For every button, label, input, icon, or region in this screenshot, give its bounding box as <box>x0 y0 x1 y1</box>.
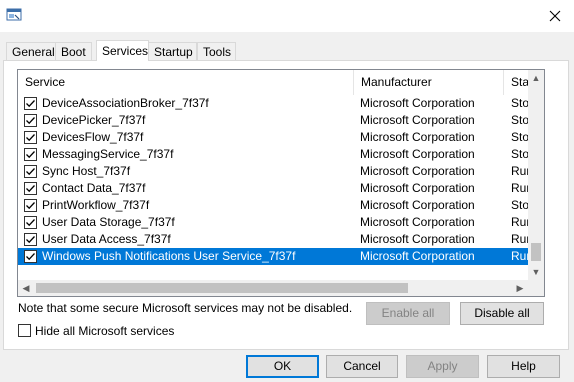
service-name-cell: DevicesFlow_7f37f <box>42 130 144 144</box>
table-row[interactable]: DevicesFlow_7f37f Microsoft Corporation St… <box>18 129 530 146</box>
title-bar <box>0 0 574 32</box>
table-row[interactable]: Sync Host_7f37fMicrosoft CorporationRun <box>18 163 530 180</box>
disable-all-button[interactable]: Disable all <box>460 302 544 325</box>
check-icon <box>26 151 35 159</box>
service-checkbox[interactable] <box>24 250 37 263</box>
vertical-scrollbar[interactable]: ▲ ▼ <box>528 70 544 280</box>
service-name-cell: MessagingService_7f37f <box>42 147 174 161</box>
service-checkbox[interactable] <box>24 97 37 110</box>
check-icon <box>26 202 35 210</box>
hide-microsoft-services-label[interactable]: Hide all Microsoft services <box>35 324 174 338</box>
check-icon <box>26 219 35 227</box>
service-checkbox[interactable] <box>24 131 37 144</box>
service-name-cell: User Data Access_7f37f <box>42 232 171 246</box>
secure-services-note: Note that some secure Microsoft services… <box>18 301 353 315</box>
tab-boot[interactable]: Boot <box>55 42 92 60</box>
list-header: Service Manufacturer Sta <box>18 70 530 95</box>
service-name-cell: Sync Host_7f37f <box>42 164 131 178</box>
service-checkbox[interactable] <box>24 114 37 127</box>
service-name-cell: Contact Data_7f37f <box>42 181 146 195</box>
service-name-cell: PrintWorkflow_7f37f <box>42 198 150 212</box>
horizontal-scrollbar[interactable]: ◀ ▶ <box>18 280 528 296</box>
manufacturer-cell: Microsoft Corporation <box>360 249 475 263</box>
apply-button[interactable]: Apply <box>406 355 479 378</box>
scroll-right-icon[interactable]: ▶ <box>512 280 528 296</box>
close-icon <box>549 10 561 22</box>
check-icon <box>26 117 35 125</box>
service-name-cell: DevicePicker_7f37f <box>42 113 146 127</box>
table-row[interactable]: Contact Data_7f37f Microsoft Corporation R… <box>18 180 530 197</box>
manufacturer-cell: Microsoft Corporation <box>360 164 475 178</box>
services-list[interactable]: Service Manufacturer Sta DeviceAssociati… <box>17 69 545 297</box>
scroll-down-icon[interactable]: ▼ <box>528 264 544 280</box>
vertical-scroll-thumb[interactable] <box>531 243 541 261</box>
cancel-label: Cancel <box>343 359 381 373</box>
ok-label: OK <box>273 359 292 373</box>
table-row[interactable]: User Data Access_7f37f Microsoft Corporat… <box>18 231 530 248</box>
column-header-service[interactable]: Service <box>18 70 354 95</box>
manufacturer-cell: Microsoft Corporation <box>360 232 475 246</box>
table-row[interactable]: MessagingService_7f37f Microsoft Corporat… <box>18 146 530 163</box>
close-button[interactable] <box>536 0 574 32</box>
table-row[interactable]: PrintWorkflow_7f37f Microsoft Corporation… <box>18 197 530 214</box>
help-button[interactable]: Help <box>487 355 560 378</box>
service-checkbox[interactable] <box>24 233 37 246</box>
manufacturer-cell: Microsoft Corporation <box>360 181 475 195</box>
apply-label: Apply <box>427 359 458 373</box>
scroll-left-icon[interactable]: ◀ <box>18 280 34 296</box>
table-row[interactable]: DevicePicker_7f37f Microsoft Corporation S… <box>18 112 530 129</box>
tab-startup[interactable]: Startup <box>148 42 197 60</box>
manufacturer-cell: Microsoft Corporation <box>360 147 475 161</box>
check-icon <box>26 185 35 193</box>
horizontal-scroll-thumb[interactable] <box>36 283 408 293</box>
service-checkbox[interactable] <box>24 199 37 212</box>
check-icon <box>26 134 35 142</box>
manufacturer-cell: Microsoft Corporation <box>360 113 475 127</box>
service-checkbox[interactable] <box>24 182 37 195</box>
table-row[interactable]: Windows Push Notifications User Service_… <box>18 248 530 265</box>
manufacturer-cell: Microsoft Corporation <box>360 130 475 144</box>
column-header-manufacturer[interactable]: Manufacturer <box>354 70 504 95</box>
check-icon <box>26 253 35 261</box>
service-name-cell: User Data Storage_7f37f <box>42 215 175 229</box>
disable-all-label: Disable all <box>474 306 530 320</box>
ok-button[interactable]: OK <box>246 355 319 378</box>
check-icon <box>26 168 35 176</box>
service-checkbox[interactable] <box>24 165 37 178</box>
enable-all-label: Enable all <box>381 306 435 320</box>
tab-tools[interactable]: Tools <box>197 42 236 60</box>
manufacturer-cell: Microsoft Corporation <box>360 198 475 212</box>
manufacturer-cell: Microsoft Corporation <box>360 215 475 229</box>
service-checkbox[interactable] <box>24 148 37 161</box>
scroll-up-icon[interactable]: ▲ <box>528 70 544 86</box>
service-name-cell: DeviceAssociationBroker_7f37f <box>42 96 209 110</box>
check-icon <box>26 100 35 108</box>
column-header-status[interactable]: Sta <box>504 70 530 95</box>
tab-services[interactable]: Services <box>96 40 149 61</box>
table-row[interactable]: DeviceAssociationBroker_7f37f Microsoft C… <box>18 95 530 112</box>
manufacturer-cell: Microsoft Corporation <box>360 96 475 110</box>
service-checkbox[interactable] <box>24 216 37 229</box>
app-icon <box>6 7 22 23</box>
check-icon <box>26 236 35 244</box>
tab-strip: General Boot Services Startup Tools <box>0 40 574 61</box>
scrollbar-corner <box>528 280 544 296</box>
service-name-cell: Windows Push Notifications User Service_… <box>42 249 296 263</box>
enable-all-button[interactable]: Enable all <box>366 302 450 325</box>
cancel-button[interactable]: Cancel <box>326 355 398 378</box>
tab-general[interactable]: General <box>6 42 56 60</box>
help-label: Help <box>511 359 536 373</box>
table-row[interactable]: User Data Storage_7f37f Microsoft Corpora… <box>18 214 530 231</box>
hide-microsoft-services-checkbox[interactable] <box>18 324 31 337</box>
